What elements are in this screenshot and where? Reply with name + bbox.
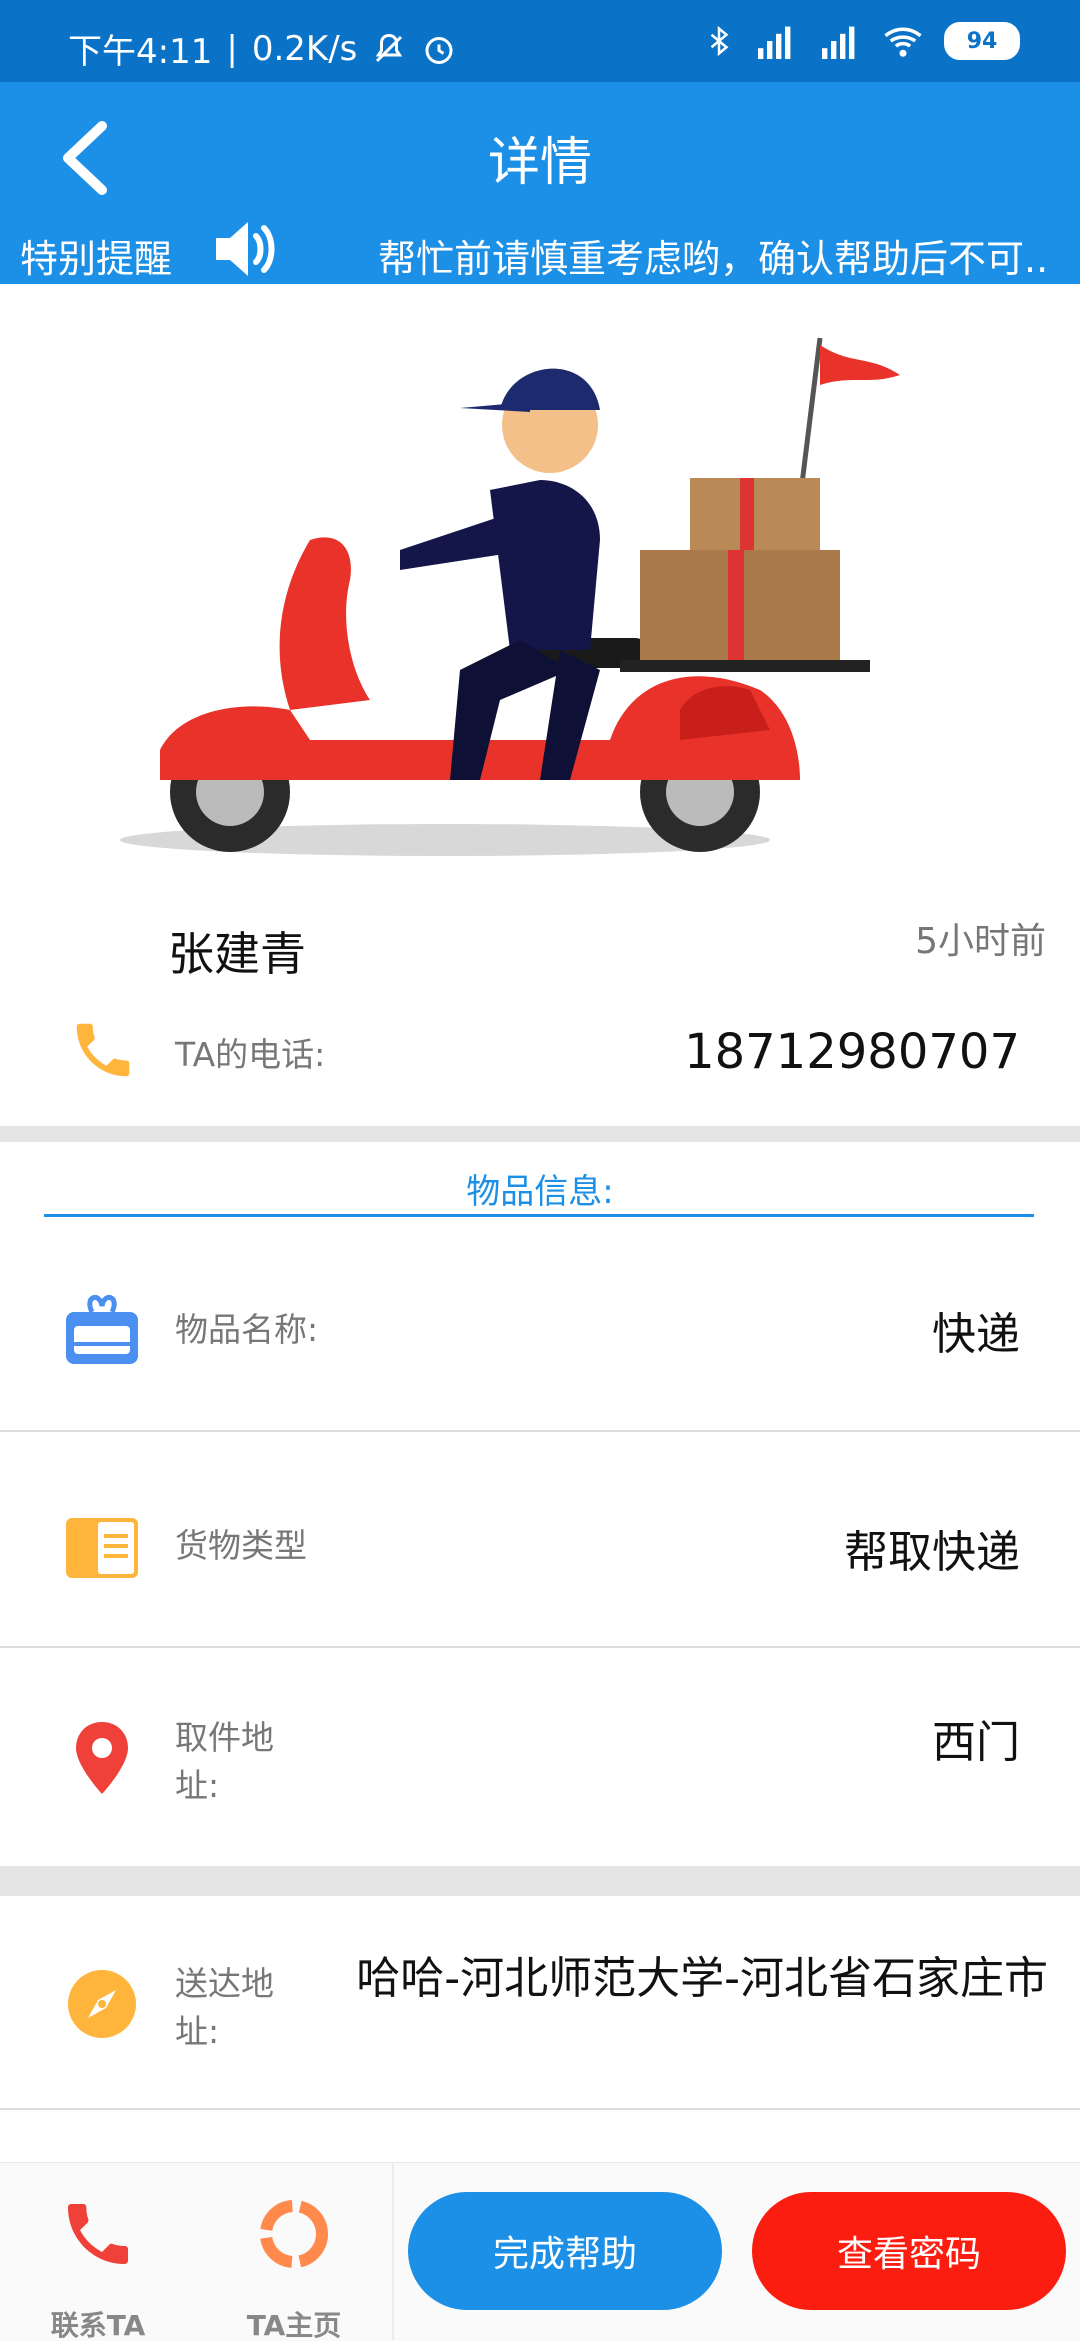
bottom-divider [392, 2162, 394, 2340]
reminder-marquee: 帮忙前请慎重考虑哟，确认帮助后不可.. [378, 237, 1049, 281]
row-divider [0, 2108, 1080, 2110]
phone-icon [58, 2194, 138, 2274]
phone-icon [68, 1015, 138, 1085]
status-speed: 0.2K/s [251, 28, 358, 69]
location-pin-icon [62, 1718, 142, 1798]
pickup-label: 取件地址: [175, 1718, 274, 1805]
delivery-illustration [120, 330, 940, 860]
delivery-label: 送达地址: [175, 1964, 274, 2051]
status-divider: | [226, 28, 238, 69]
user-name: 张建青 [168, 927, 306, 981]
row-divider [0, 1646, 1080, 1648]
alarm-icon [425, 36, 453, 64]
section-underline [44, 1214, 1034, 1217]
view-password-button[interactable]: 查看密码 [752, 2192, 1066, 2310]
delivery-value: 哈哈-河北师范大学-河北省石家庄市 [356, 1953, 1048, 2004]
gift-card-icon [62, 1290, 142, 1370]
header-bar: 详情 特别提醒 帮忙前请慎重考虑哟，确认帮助后不可.. [0, 82, 1080, 284]
section-divider [0, 1126, 1080, 1142]
signal-hd-icon [758, 26, 791, 59]
reminder-label: 特别提醒 [20, 237, 173, 281]
compass-icon [62, 1964, 142, 2044]
speaker-icon[interactable] [212, 218, 282, 280]
tab-contact[interactable]: 联系TA [8, 2194, 188, 2344]
item-name-value: 快递 [932, 1309, 1020, 1360]
ring-icon [254, 2194, 334, 2274]
page-title: 详情 [487, 133, 592, 193]
wifi-icon [884, 27, 922, 57]
signal-icon [822, 26, 855, 59]
section-divider [0, 1866, 1080, 1896]
homepage-label: TA主页 [246, 2309, 342, 2342]
tab-homepage[interactable]: TA主页 [204, 2194, 384, 2344]
complete-help-button[interactable]: 完成帮助 [408, 2192, 722, 2310]
contact-label: 联系TA [50, 2309, 146, 2342]
battery-indicator: 94 [944, 22, 1020, 60]
cargo-type-label: 货物类型 [175, 1526, 307, 1565]
bluetooth-icon [710, 25, 729, 57]
post-time: 5小时前 [915, 921, 1046, 962]
status-bar: 下午4:11 | 0.2K/s 94 [0, 0, 1080, 82]
document-icon [62, 1508, 142, 1588]
section-title: 物品信息: [466, 1172, 614, 1212]
phone-number[interactable]: 18712980707 [684, 1024, 1020, 1080]
mute-bell-icon [376, 33, 403, 62]
status-time: 下午4:11 [68, 32, 213, 72]
row-divider [0, 1430, 1080, 1432]
phone-label: TA的电话: [175, 1035, 326, 1074]
status-left: 下午4:11 | 0.2K/s [68, 24, 457, 73]
status-right: 94 [704, 22, 1020, 60]
item-name-label: 物品名称: [175, 1310, 319, 1349]
pickup-value: 西门 [932, 1717, 1020, 1768]
cargo-type-value: 帮取快递 [844, 1527, 1020, 1578]
